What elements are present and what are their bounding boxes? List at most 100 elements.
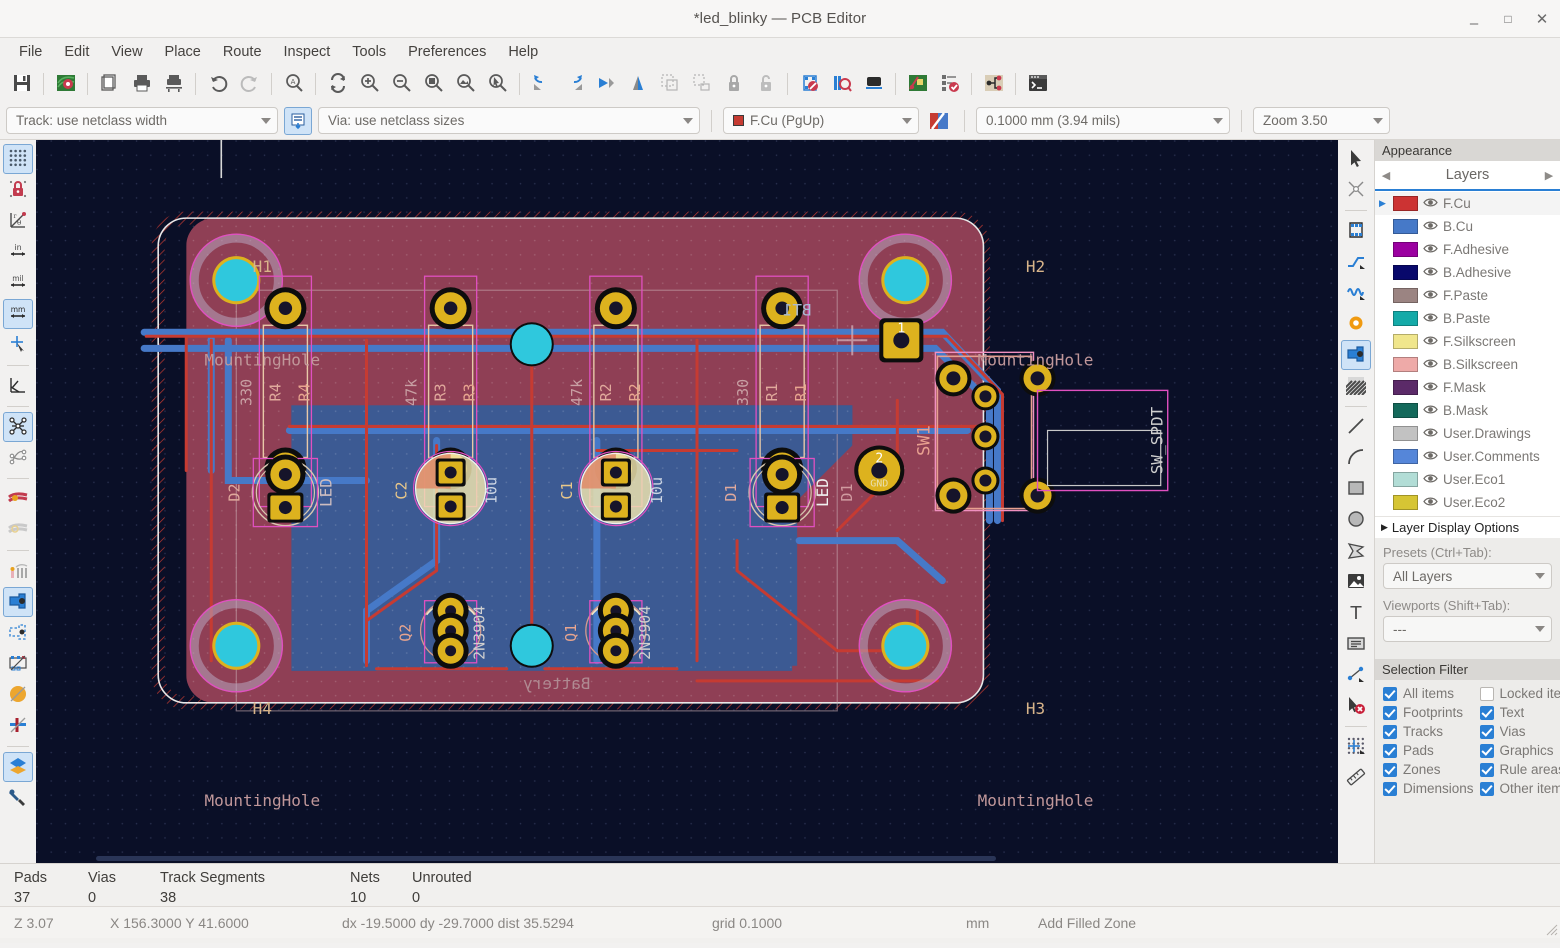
pcb-canvas[interactable]: 330 R4 R4 47k R3 R3 47k R2 R2 330 R1 R1 C2 10u C1 10u … [36,140,1338,863]
add-textbox-button[interactable] [1341,629,1371,659]
delete-tool-button[interactable] [1341,691,1371,721]
zones-outline-button[interactable] [3,711,33,741]
layer-row-user-drawings[interactable]: User.Drawings [1375,422,1560,445]
layer-row-f-cu[interactable]: ▶ F.Cu [1375,192,1560,215]
undo-button[interactable] [202,69,233,99]
add-image-button[interactable] [1341,567,1371,597]
menu-route[interactable]: Route [212,41,273,63]
save-button[interactable] [6,69,37,99]
toggle-ratsnest-straight-button[interactable] [3,371,33,401]
checkbox[interactable] [1383,762,1397,777]
layer-color-swatch[interactable] [1393,449,1418,464]
tabs-prev-arrow[interactable]: ◀ [1377,169,1395,182]
drc-button[interactable] [934,69,965,99]
via-size-select[interactable]: Via: use netclass sizes [318,107,700,134]
layer-color-swatch[interactable] [1393,334,1418,349]
menu-inspect[interactable]: Inspect [273,41,342,63]
filter-vias[interactable]: Vias [1479,724,1560,739]
flip-vertical-button[interactable] [622,69,653,99]
units-mils-button[interactable]: mil [3,268,33,298]
unlock-button[interactable] [750,69,781,99]
zoom-selection-button[interactable] [482,69,513,99]
footprint-text-button[interactable] [3,649,33,679]
menu-preferences[interactable]: Preferences [397,41,497,63]
canvas-horizontal-scrollbar[interactable] [36,854,1338,863]
layer-visibility-eye-icon[interactable] [1423,450,1438,463]
checkbox[interactable] [1479,724,1494,739]
contrast-mode-button[interactable] [3,752,33,782]
checkbox[interactable] [1479,705,1494,720]
layer-visibility-eye-icon[interactable] [1423,404,1438,417]
layer-color-swatch[interactable] [1393,357,1418,372]
draw-rectangle-button[interactable] [1341,474,1371,504]
filter-tracks[interactable]: Tracks [1383,724,1474,739]
layer-row-b-cu[interactable]: B.Cu [1375,215,1560,238]
footprint-library-button[interactable] [826,69,857,99]
layer-row-b-paste[interactable]: B.Paste [1375,307,1560,330]
menu-view[interactable]: View [100,41,153,63]
print-button[interactable] [126,69,157,99]
layer-color-swatch[interactable] [1393,196,1418,211]
layer-row-user-eco1[interactable]: User.Eco1 [1375,468,1560,491]
tab-layers[interactable]: Layers [1395,167,1540,183]
zoom-in-button[interactable] [354,69,385,99]
zones-filled-button[interactable] [3,680,33,710]
layer-row-b-adhesive[interactable]: B.Adhesive [1375,261,1560,284]
layer-color-swatch[interactable] [1393,219,1418,234]
zoom-fit-page-button[interactable] [418,69,449,99]
show-ratsnest-curved-button[interactable] [3,443,33,473]
pads-filled-button[interactable] [3,587,33,617]
units-mm-button[interactable]: mm [3,299,33,329]
layer-visibility-eye-icon[interactable] [1423,427,1438,440]
zoom-select[interactable]: Zoom 3.50 [1253,107,1390,134]
layer-visibility-eye-icon[interactable] [1423,220,1438,233]
track-width-mode-icon[interactable] [284,106,312,135]
rotate-ccw-button[interactable] [526,69,557,99]
resize-grip-icon[interactable] [1544,922,1558,936]
checkbox[interactable] [1479,743,1494,758]
filter-pads[interactable]: Pads [1383,743,1474,758]
filter-locked-items[interactable]: Locked items [1479,686,1560,701]
status-units[interactable]: mm [966,915,1038,931]
draw-polygon-button[interactable] [1341,536,1371,566]
zoom-out-button[interactable] [386,69,417,99]
set-grid-origin-button[interactable] [1341,732,1371,762]
refresh-button[interactable] [322,69,353,99]
menu-help[interactable]: Help [497,41,549,63]
layer-pair-icon[interactable] [925,107,953,135]
flip-horizontal-button[interactable] [590,69,621,99]
scripting-console-button[interactable] [1022,69,1053,99]
netlist-button[interactable] [978,69,1009,99]
close-button[interactable]: ✕ [1534,12,1550,27]
polar-coords-button[interactable]: rθ [3,206,33,236]
filter-rule-areas[interactable]: Rule areas [1479,762,1560,777]
menu-tools[interactable]: Tools [341,41,397,63]
plot-button[interactable] [158,69,189,99]
filter-graphics[interactable]: Graphics [1479,743,1560,758]
layer-row-user-eco2[interactable]: User.Eco2 [1375,491,1560,514]
layer-visibility-eye-icon[interactable] [1423,473,1438,486]
layer-display-options-toggle[interactable]: ▶ Layer Display Options [1375,516,1560,538]
pcb-drawing[interactable]: 330 R4 R4 47k R3 R3 47k R2 R2 330 R1 R1 C2 10u C1 10u … [36,140,1338,863]
layer-color-swatch[interactable] [1393,242,1418,257]
find-button[interactable]: A [278,69,309,99]
ungroup-button[interactable] [686,69,717,99]
group-button[interactable] [654,69,685,99]
route-differential-pair-button[interactable] [1341,278,1371,308]
layer-color-swatch[interactable] [1393,426,1418,441]
layer-color-swatch[interactable] [1393,288,1418,303]
place-footprint-button[interactable] [1341,216,1371,246]
add-dimension-button[interactable] [1341,660,1371,690]
layer-visibility-eye-icon[interactable] [1423,358,1438,371]
layer-row-b-mask[interactable]: B.Mask [1375,399,1560,422]
page-settings-button[interactable] [94,69,125,99]
tabs-next-arrow[interactable]: ▶ [1540,169,1558,182]
filter-footprints[interactable]: Footprints [1383,705,1474,720]
layer-row-f-silkscreen[interactable]: F.Silkscreen [1375,330,1560,353]
filter-other-items[interactable]: Other items [1479,781,1560,796]
toggle-tools-button[interactable] [3,783,33,813]
checkbox[interactable] [1383,781,1397,796]
draw-arc-button[interactable] [1341,443,1371,473]
menu-file[interactable]: File [8,41,53,63]
layer-row-f-paste[interactable]: F.Paste [1375,284,1560,307]
